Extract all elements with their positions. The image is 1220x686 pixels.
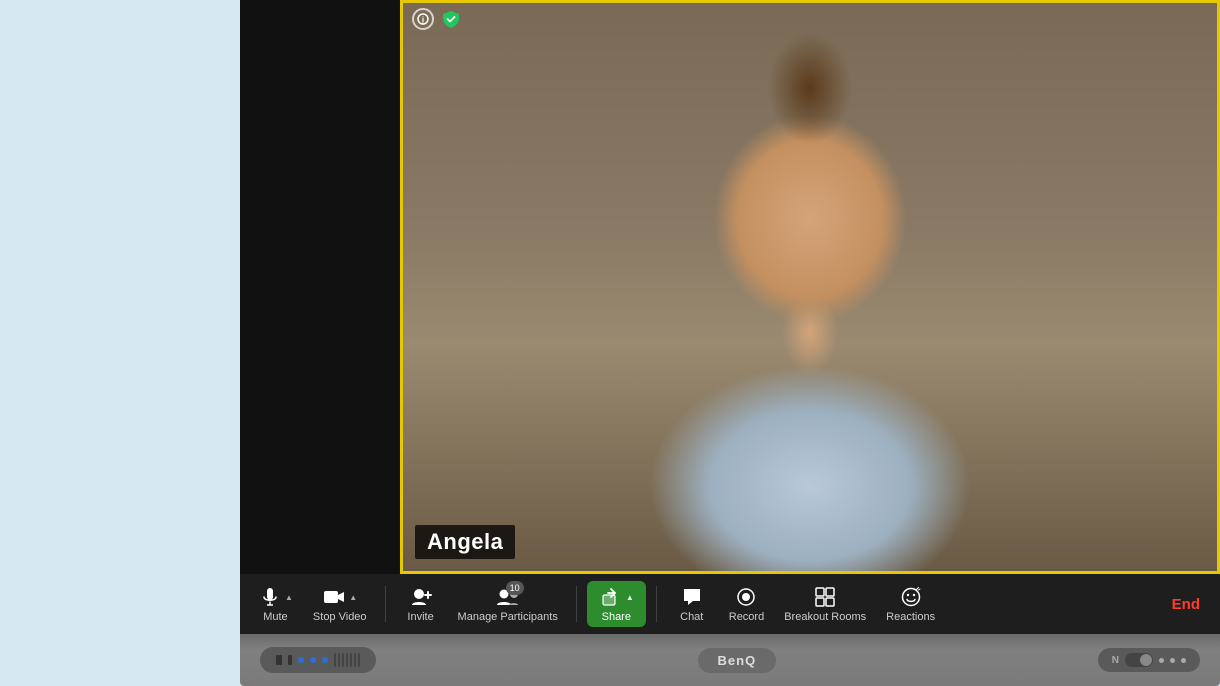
video-chevron[interactable]: ▲ [349,593,357,602]
indicator-dot-2 [1170,658,1175,663]
monitor-controls: N [1098,648,1200,672]
microphone-icon [258,585,282,609]
nfc-area: N [1098,648,1200,672]
participant-name: Angela [415,525,515,559]
screen: i Angela [240,0,1220,634]
indicator-dot-3 [1181,658,1186,663]
share-icon [599,585,623,609]
toggle-switch[interactable] [1125,653,1153,667]
toggle-knob [1140,654,1152,666]
separator-1 [385,586,386,622]
invite-icon [409,585,433,609]
stop-video-label: Stop Video [313,611,367,623]
breakout-rooms-button[interactable]: Breakout Rooms [776,581,874,627]
participant-video [403,3,1217,571]
monitor-ports [260,647,376,673]
brand-logo: BenQ [698,648,777,673]
invite-button[interactable]: Invite [396,581,446,627]
end-button[interactable]: End [1162,590,1210,619]
svg-text:i: i [422,16,424,25]
chat-icon [680,585,704,609]
info-icon: i [412,8,434,30]
monitor: i Angela [240,0,1220,686]
indicator-dot-1 [1159,658,1164,663]
manage-participants-label: Manage Participants [458,611,558,623]
mute-label: Mute [263,611,287,623]
breakout-icon [813,585,837,609]
mute-button[interactable]: ▲ Mute [250,581,301,627]
separator-3 [656,586,657,622]
usb-port-blue-2 [310,657,316,663]
reactions-label: Reactions [886,611,935,623]
participant-count: 10 [506,581,524,595]
nfc-label: N [1112,655,1119,666]
invite-label: Invite [407,611,433,623]
manage-participants-button[interactable]: 10 Manage Participants [450,581,566,627]
stop-video-button[interactable]: ▲ Stop Video [305,581,375,627]
breakout-rooms-label: Breakout Rooms [784,611,866,623]
left-panel [240,0,400,574]
camera-icon [322,585,346,609]
reactions-icon [899,585,923,609]
mute-chevron[interactable]: ▲ [285,593,293,602]
port-group [260,647,376,673]
chat-button[interactable]: Chat [667,581,717,627]
share-label: Share [602,611,631,623]
connection-info: i [412,8,462,30]
separator-2 [576,586,577,622]
main-video: Angela [400,0,1220,574]
record-label: Record [729,611,764,623]
video-background: Angela [403,3,1217,571]
reactions-button[interactable]: Reactions [878,581,943,627]
record-button[interactable]: Record [721,581,772,627]
chat-label: Chat [680,611,703,623]
record-icon [734,585,758,609]
video-area: Angela [240,0,1220,574]
usb-port-blue [298,657,304,663]
toolbar: ▲ Mute ▲ Stop Video [240,574,1220,634]
share-button[interactable]: ▲ Share [587,581,646,627]
share-chevron[interactable]: ▲ [626,593,634,602]
speaker-grille [334,653,360,667]
monitor-bar: BenQ N [240,634,1220,686]
security-icon [440,8,462,30]
usb-port-blue-3 [322,657,328,663]
